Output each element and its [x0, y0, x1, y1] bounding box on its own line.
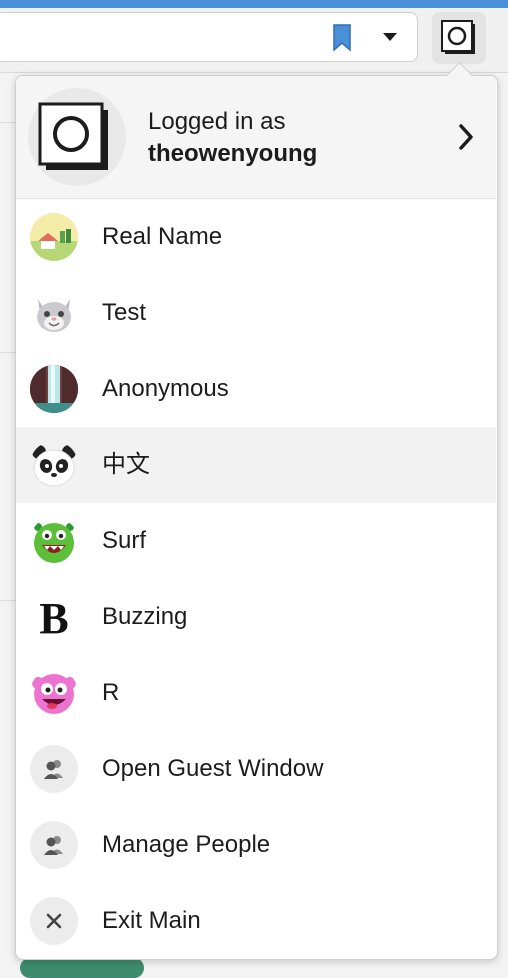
- profile-header[interactable]: Logged in as theowenyoung: [16, 76, 496, 199]
- profile-item-label: Test: [102, 299, 147, 326]
- profile-item-label: Exit Main: [102, 907, 201, 934]
- green-monster-avatar-icon: [30, 517, 78, 565]
- open-guest-window-item[interactable]: Open Guest Window: [16, 731, 496, 807]
- page-button-fragment: [20, 958, 144, 978]
- profile-item-test[interactable]: Test: [16, 275, 496, 351]
- chevron-right-icon: [459, 124, 473, 150]
- page-divider: [0, 122, 16, 123]
- profile-item-label: Buzzing: [102, 603, 188, 630]
- profile-item-r[interactable]: R: [16, 655, 496, 731]
- window-top-strip: [0, 0, 508, 8]
- avatar: [28, 88, 126, 186]
- caret-down-icon[interactable]: [381, 31, 399, 43]
- profile-item-label: Real Name: [102, 223, 223, 250]
- profile-item-chinese[interactable]: 中文: [16, 427, 496, 503]
- profile-item-label: 中文: [102, 451, 150, 478]
- profile-item-label: Surf: [102, 527, 147, 554]
- profile-logo-icon: [38, 102, 108, 170]
- browser-toolbar: [0, 8, 508, 73]
- panda-avatar-icon: [30, 441, 78, 489]
- manage-people-item[interactable]: Manage People: [16, 807, 496, 883]
- cat-avatar-icon: [30, 289, 78, 337]
- profile-item-label: R: [102, 679, 120, 706]
- close-icon: [30, 897, 78, 945]
- bookmark-icon[interactable]: [331, 23, 353, 53]
- exit-main-item[interactable]: Exit Main: [16, 883, 496, 959]
- profile-item-label: Anonymous: [102, 375, 229, 402]
- profile-button[interactable]: [432, 12, 486, 64]
- manage-people-icon: [30, 821, 78, 869]
- page-divider: [0, 352, 16, 353]
- waterfall-avatar-icon: [30, 365, 78, 413]
- address-bar[interactable]: [0, 12, 418, 62]
- pink-monster-avatar-icon: [30, 669, 78, 717]
- landscape-avatar-icon: [30, 213, 78, 261]
- profile-item-anonymous[interactable]: Anonymous: [16, 351, 496, 427]
- guest-person-icon: [30, 745, 78, 793]
- page-divider: [0, 600, 16, 601]
- profile-item-label: Manage People: [102, 831, 271, 858]
- logged-in-label: Logged in as: [148, 108, 286, 135]
- profile-item-surf[interactable]: Surf: [16, 503, 496, 579]
- profile-item-buzzing[interactable]: B Buzzing: [16, 579, 496, 655]
- profile-item-label: Open Guest Window: [102, 755, 324, 782]
- username: theowenyoung: [148, 140, 318, 167]
- profile-logo-icon: [441, 20, 475, 54]
- svg-text:B: B: [39, 594, 68, 641]
- letter-b-avatar-icon: B: [30, 593, 78, 641]
- profile-item-real-name[interactable]: Real Name: [16, 199, 496, 275]
